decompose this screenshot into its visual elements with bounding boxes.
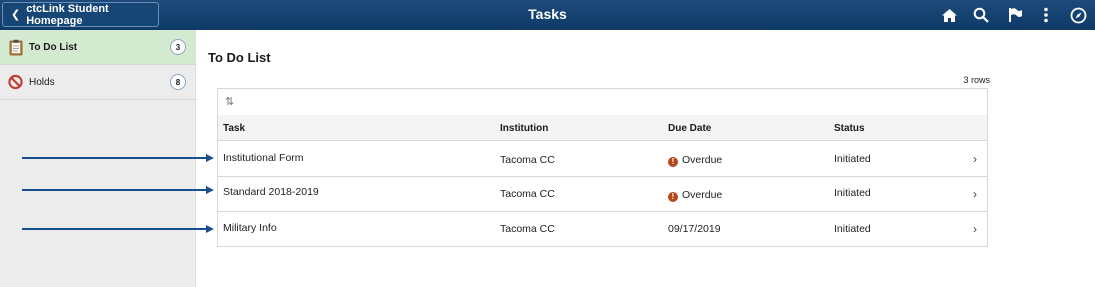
header-bar: ❮ ctcLink Student Homepage Tasks — [0, 0, 1095, 30]
due-date-text: Overdue — [682, 154, 723, 166]
search-icon[interactable] — [972, 6, 990, 24]
chevron-right-icon[interactable]: › — [973, 187, 977, 201]
more-icon[interactable] — [1037, 6, 1055, 24]
task-name: Institutional Form — [223, 152, 304, 164]
table-row[interactable]: Institutional Form Tacoma CC ! Overdue In… — [218, 142, 987, 177]
due-date-cell: 09/17/2019 — [668, 223, 721, 235]
alert-icon: ! — [668, 157, 678, 167]
column-header-due-date[interactable]: Due Date — [668, 123, 711, 134]
page-title: To Do List — [208, 50, 271, 65]
due-date-text: Overdue — [682, 189, 723, 201]
tasks-grid: ⇅ Task Institution Due Date Status Insti… — [217, 88, 988, 247]
sidebar-item-holds[interactable]: Holds 8 — [0, 65, 196, 100]
status-cell: Initiated — [834, 187, 871, 199]
status-cell: Initiated — [834, 153, 871, 165]
annotation-arrow — [22, 225, 214, 233]
due-date-cell: ! Overdue — [668, 189, 722, 202]
clipboard-icon — [8, 39, 23, 56]
table-row[interactable]: Standard 2018-2019 Tacoma CC ! Overdue In… — [218, 177, 987, 212]
chevron-right-icon[interactable]: › — [973, 222, 977, 236]
sidebar-item-label: To Do List — [29, 41, 78, 53]
page-header-title: Tasks — [528, 6, 567, 22]
rows-count: 3 rows — [963, 75, 990, 85]
institution-cell: Tacoma CC — [500, 188, 555, 200]
annotation-arrow — [22, 186, 214, 194]
back-button-label: ctcLink Student Homepage — [26, 2, 109, 27]
annotation-arrow — [22, 154, 214, 162]
count-badge: 8 — [170, 74, 186, 90]
chevron-right-icon[interactable]: › — [973, 152, 977, 166]
column-header-institution[interactable]: Institution — [500, 123, 548, 134]
count-badge: 3 — [170, 39, 186, 55]
task-name: Standard 2018-2019 — [223, 186, 319, 198]
column-header-task[interactable]: Task — [223, 123, 245, 134]
table-row[interactable]: Military Info Tacoma CC 09/17/2019 Initi… — [218, 212, 987, 247]
navigator-icon[interactable] — [1069, 6, 1087, 24]
alert-icon: ! — [668, 192, 678, 202]
grid-header-row: Task Institution Due Date Status — [218, 115, 987, 141]
sort-icon[interactable]: ⇅ — [225, 95, 234, 108]
sidebar-item-to-do-list[interactable]: To Do List 3 — [0, 30, 196, 65]
home-icon[interactable] — [940, 6, 958, 24]
status-cell: Initiated — [834, 223, 871, 235]
flag-icon[interactable] — [1006, 6, 1024, 24]
chevron-left-icon: ❮ — [11, 9, 21, 21]
back-button[interactable]: ❮ ctcLink Student Homepage — [2, 2, 159, 27]
due-date-cell: ! Overdue — [668, 154, 722, 167]
task-name: Military Info — [223, 222, 277, 234]
no-entry-icon — [8, 74, 23, 91]
sidebar-item-label: Holds — [29, 76, 55, 88]
column-header-status[interactable]: Status — [834, 123, 865, 134]
institution-cell: Tacoma CC — [500, 154, 555, 166]
institution-cell: Tacoma CC — [500, 223, 555, 235]
